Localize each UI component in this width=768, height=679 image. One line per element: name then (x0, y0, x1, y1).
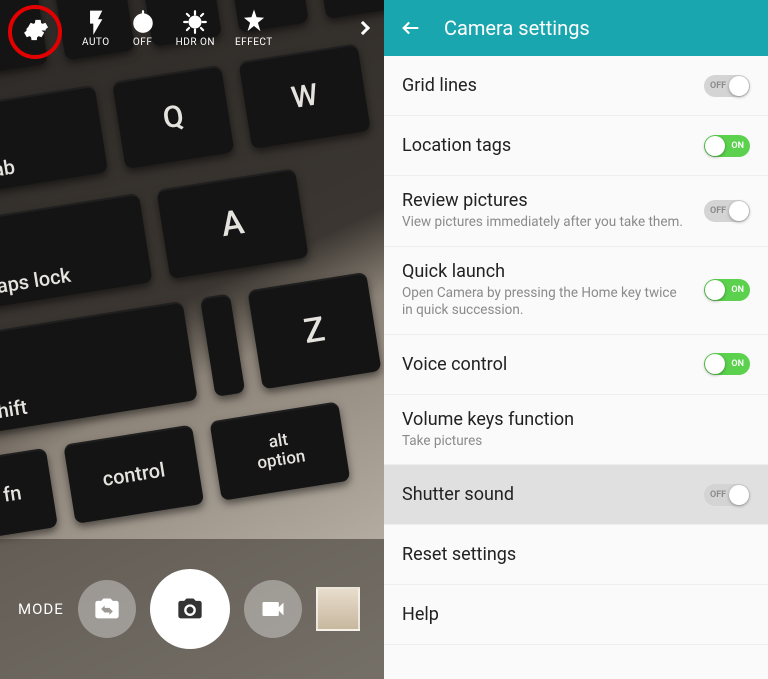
back-button[interactable] (400, 17, 422, 39)
camera-viewfinder: tab Q W caps lock A shift Z fn control a… (0, 0, 384, 679)
mode-button[interactable]: MODE (18, 600, 64, 618)
toggle[interactable]: ON (704, 279, 750, 301)
timer-label: OFF (133, 37, 152, 48)
arrow-left-icon (400, 17, 422, 39)
camera-bottom-bar: MODE (0, 539, 384, 679)
toggle[interactable]: ON (704, 135, 750, 157)
settings-row-desc: Take pictures (402, 433, 750, 451)
toggle[interactable]: OFF (704, 75, 750, 97)
hdr-icon (182, 9, 208, 35)
settings-row-title: Help (402, 604, 750, 625)
camera-top-toolbar: AUTO OFF HDR ON EFFECT (0, 0, 384, 56)
settings-list[interactable]: Grid lines OFF Location tags ON Review pictu… (384, 56, 768, 679)
toggle[interactable]: ON (704, 353, 750, 375)
effect-icon (241, 9, 267, 35)
settings-row-voice-control[interactable]: Voice control ON (384, 335, 768, 395)
settings-row-title: Volume keys function (402, 409, 750, 430)
switch-camera-icon (93, 595, 121, 623)
hdr-label: HDR ON (176, 37, 215, 48)
effect-toggle[interactable]: EFFECT (235, 9, 273, 48)
camera-icon (176, 595, 204, 623)
effect-label: EFFECT (235, 37, 273, 48)
settings-row-title: Review pictures (402, 190, 690, 211)
settings-row-shutter-sound[interactable]: Shutter sound OFF (384, 465, 768, 525)
timer-toggle[interactable]: OFF (130, 9, 156, 48)
settings-row-title: Reset settings (402, 544, 750, 565)
video-record-button[interactable] (244, 580, 302, 638)
flash-toggle[interactable]: AUTO (82, 9, 110, 48)
gallery-thumbnail[interactable] (316, 587, 360, 631)
switch-camera-button[interactable] (78, 580, 136, 638)
settings-panel: Camera settings Grid lines OFF Location ta… (384, 0, 768, 679)
toggle[interactable]: OFF (704, 200, 750, 222)
settings-title: Camera settings (444, 16, 590, 40)
settings-row-title: Location tags (402, 135, 690, 156)
settings-row-desc: View pictures immediately after you take… (402, 214, 690, 232)
settings-row-title: Voice control (402, 354, 690, 375)
settings-row-desc: Open Camera by pressing the Home key twi… (402, 285, 690, 320)
settings-highlight-circle (8, 5, 62, 59)
video-icon (259, 595, 287, 623)
settings-row-reset-settings[interactable]: Reset settings (384, 525, 768, 585)
flash-icon (83, 9, 109, 35)
settings-row-volume-keys-function[interactable]: Volume keys function Take pictures (384, 395, 768, 466)
gear-icon[interactable] (22, 17, 48, 47)
timer-icon (130, 9, 156, 35)
settings-row-title: Quick launch (402, 261, 690, 282)
flash-label: AUTO (82, 37, 110, 48)
settings-row-grid-lines[interactable]: Grid lines OFF (384, 56, 768, 116)
settings-row-title: Shutter sound (402, 484, 690, 505)
toggle[interactable]: OFF (704, 484, 750, 506)
settings-row-location-tags[interactable]: Location tags ON (384, 116, 768, 176)
shutter-button[interactable] (150, 569, 230, 649)
settings-row-review-pictures[interactable]: Review pictures View pictures immediately… (384, 176, 768, 247)
settings-row-help[interactable]: Help (384, 585, 768, 645)
hdr-toggle[interactable]: HDR ON (176, 9, 215, 48)
settings-appbar: Camera settings (384, 0, 768, 56)
settings-row-title: Grid lines (402, 75, 690, 96)
chevron-right-icon[interactable] (356, 21, 370, 35)
settings-row-quick-launch[interactable]: Quick launch Open Camera by pressing the … (384, 247, 768, 335)
